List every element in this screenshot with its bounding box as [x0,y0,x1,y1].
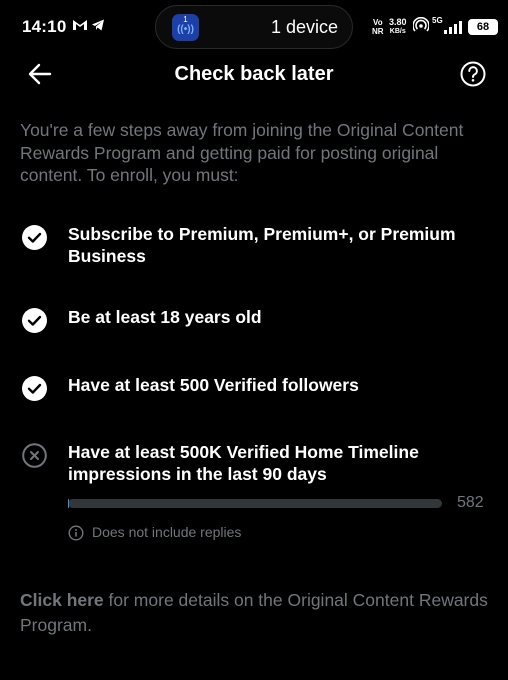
signal-icon [444,20,462,34]
note-text: Does not include replies [92,524,242,540]
progress-value: 582 [457,494,484,511]
info-icon [68,525,84,541]
battery-icon: 68 [468,19,498,35]
gmail-icon [72,18,88,35]
telegram-icon [91,18,105,35]
intro-text: You're a few steps away from joining the… [20,120,464,185]
island-device-count: 1 device [270,17,338,37]
help-icon[interactable] [460,61,486,87]
top-app-bar: Check back later [0,56,508,96]
status-time: 14:10 [22,17,67,36]
hotspot-icon [412,16,430,36]
footer-text: Click here for more details on the Origi… [20,588,490,638]
x-circle-icon [22,443,47,468]
requirement-label: Have at least 500 Verified followers [68,375,359,395]
click-here-link[interactable]: Click here [20,590,104,610]
island-badge-number: 1 [183,15,188,24]
page-title: Check back later [174,63,334,85]
impressions-progress-bar [68,499,442,508]
requirement-label: Have at least 500K Verified Home Timelin… [68,442,419,484]
check-circle-icon [22,225,47,250]
status-bar: 14:10 1 ((•)) 1 device Vo NR 3.80 KB/s 5… [0,0,508,56]
signal-label: 5G [432,16,443,25]
requirement-label: Subscribe to Premium, Premium+, or Premi… [68,224,456,266]
requirement-label: Be at least 18 years old [68,307,262,327]
volte-indicator: Vo NR [372,18,384,36]
check-circle-icon [22,376,47,401]
network-speed: 3.80 KB/s [389,17,407,36]
check-circle-icon [22,308,47,333]
device-broadcast-icon: 1 ((•)) [172,14,199,41]
dynamic-island[interactable]: 1 ((•)) 1 device [155,5,353,49]
